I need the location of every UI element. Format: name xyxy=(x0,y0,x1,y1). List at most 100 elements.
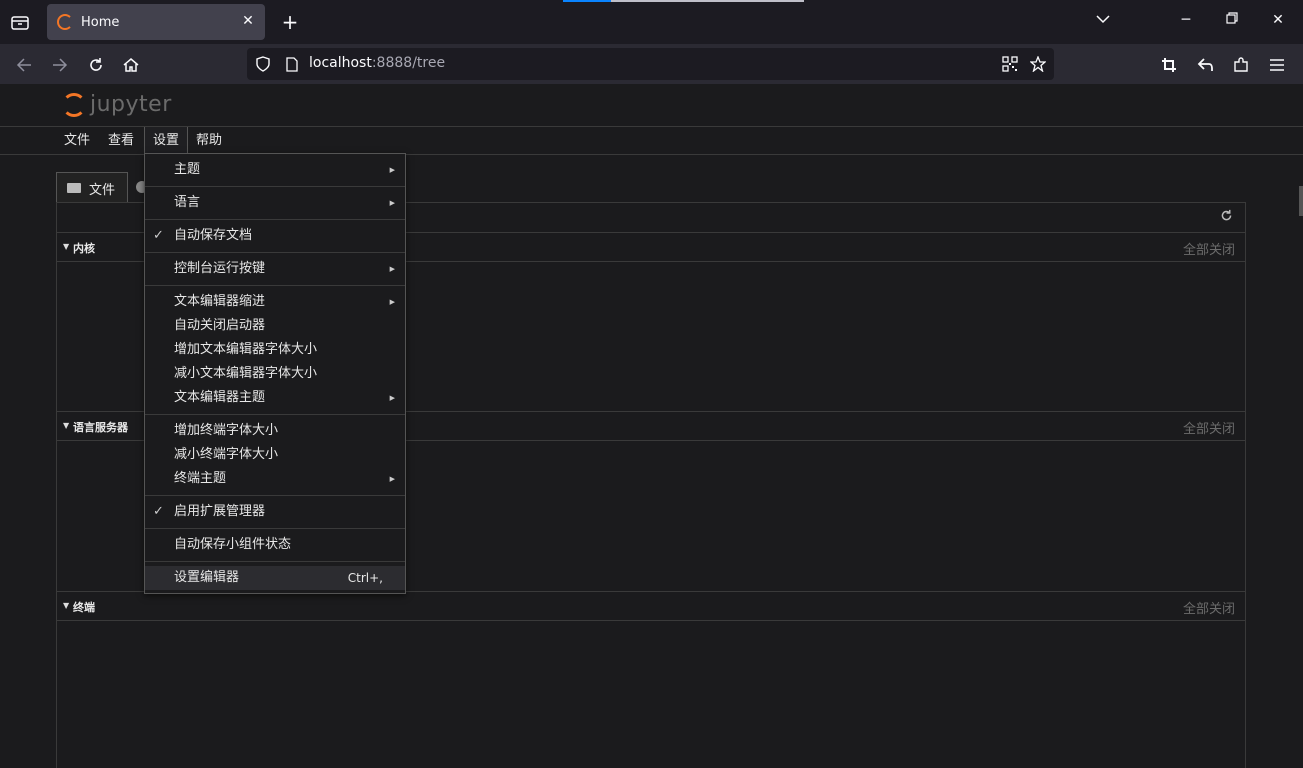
jupyter-favicon-icon xyxy=(57,14,73,30)
menu-item-label: 终端主题 xyxy=(174,471,227,486)
browser-tabstrip: Home ✕ + ─ ✕ xyxy=(0,0,1303,44)
menu-separator xyxy=(145,414,405,415)
home-icon[interactable] xyxy=(120,54,142,76)
tab-title: Home xyxy=(81,14,120,30)
menu-item-terminal-theme[interactable]: 终端主题 ▶ xyxy=(145,467,405,491)
jupyter-logo-text: jupyter xyxy=(90,92,172,117)
menu-item-text-editor-indent[interactable]: 文本编辑器缩进 ▶ xyxy=(145,290,405,314)
submenu-arrow-icon: ▶ xyxy=(389,265,395,273)
url-host: localhost xyxy=(309,55,372,71)
jupyter-logo[interactable]: jupyter xyxy=(62,92,172,117)
menu-item-autosave-widget-state[interactable]: 自动保存小组件状态 xyxy=(145,533,405,557)
menu-file[interactable]: 文件 xyxy=(56,127,98,155)
caret-down-icon: ▼ xyxy=(63,242,70,251)
page-scrollbar[interactable] xyxy=(1299,186,1303,216)
section-terminals[interactable]: ▼ 终端 全部关闭 xyxy=(57,591,1245,621)
caret-down-icon: ▼ xyxy=(63,421,70,430)
menu-item-label: 主题 xyxy=(174,162,201,177)
shield-icon[interactable] xyxy=(255,56,271,72)
crop-icon[interactable] xyxy=(1158,54,1180,76)
url-bar[interactable]: localhost:8888/tree xyxy=(247,48,1054,80)
browser-tab-home[interactable]: Home ✕ xyxy=(47,4,265,40)
jupyter-header: jupyter xyxy=(0,84,1303,127)
hamburger-menu-icon[interactable] xyxy=(1266,54,1288,76)
menu-item-label: 增加终端字体大小 xyxy=(174,423,279,438)
submenu-arrow-icon: ▶ xyxy=(389,475,395,483)
close-window-icon[interactable]: ✕ xyxy=(1268,12,1288,28)
shutdown-all-language-servers-button[interactable]: 全部关闭 xyxy=(1183,418,1235,437)
menu-item-label: 自动保存文档 xyxy=(174,228,253,243)
checkmark-icon: ✓ xyxy=(153,228,164,243)
menu-item-decrease-terminal-font[interactable]: 减小终端字体大小 xyxy=(145,443,405,467)
submenu-arrow-icon: ▶ xyxy=(389,298,395,306)
menu-item-enable-extension-manager[interactable]: ✓ 启用扩展管理器 xyxy=(145,500,405,524)
submenu-arrow-icon: ▶ xyxy=(389,166,395,174)
tab-indicator-secondary xyxy=(611,0,804,2)
shutdown-all-kernels-button[interactable]: 全部关闭 xyxy=(1183,239,1235,258)
url-text[interactable]: localhost:8888/tree xyxy=(309,55,445,71)
menu-item-label: 设置编辑器 xyxy=(174,570,240,585)
menu-item-text-editor-theme[interactable]: 文本编辑器主题 ▶ xyxy=(145,386,405,410)
menu-separator xyxy=(145,252,405,253)
menu-item-label: 文本编辑器缩进 xyxy=(174,294,266,309)
menu-item-label: 自动关闭启动器 xyxy=(174,318,266,333)
menu-view[interactable]: 查看 xyxy=(100,127,142,155)
menu-separator xyxy=(145,219,405,220)
extensions-icon[interactable] xyxy=(1230,54,1252,76)
minimize-icon[interactable]: ─ xyxy=(1176,12,1196,28)
tab-files[interactable]: 文件 xyxy=(56,172,128,203)
section-language-servers-label: 语言服务器 xyxy=(73,421,128,434)
menu-separator xyxy=(145,561,405,562)
menu-separator xyxy=(145,528,405,529)
close-tab-icon[interactable]: ✕ xyxy=(239,13,257,29)
section-terminals-label: 终端 xyxy=(73,601,95,614)
forward-icon[interactable] xyxy=(49,54,71,76)
menu-item-increase-editor-font[interactable]: 增加文本编辑器字体大小 xyxy=(145,338,405,362)
menu-item-label: 减小文本编辑器字体大小 xyxy=(174,366,318,381)
menu-item-increase-terminal-font[interactable]: 增加终端字体大小 xyxy=(145,419,405,443)
page-icon[interactable] xyxy=(284,56,300,72)
shutdown-all-terminals-button[interactable]: 全部关闭 xyxy=(1183,598,1235,617)
menu-item-label: 语言 xyxy=(174,195,201,210)
checkmark-icon: ✓ xyxy=(153,504,164,519)
restore-icon[interactable] xyxy=(1222,12,1242,28)
menu-item-settings-editor[interactable]: 设置编辑器 Ctrl+, xyxy=(145,566,405,590)
menu-item-language[interactable]: 语言 ▶ xyxy=(145,191,405,215)
new-tab-icon[interactable]: + xyxy=(280,10,300,34)
section-kernels-label: 内核 xyxy=(73,242,95,255)
refresh-icon[interactable] xyxy=(1220,209,1233,226)
settings-menu: 主题 ▶ 语言 ▶ ✓ 自动保存文档 控制台运行按键 ▶ 文本编辑器缩进 ▶ 自动关闭启动… xyxy=(144,153,406,594)
menu-help[interactable]: 帮助 xyxy=(188,127,230,155)
menu-item-label: 自动保存小组件状态 xyxy=(174,537,292,552)
menu-separator xyxy=(145,285,405,286)
menu-separator xyxy=(145,186,405,187)
menu-separator xyxy=(145,495,405,496)
back-icon[interactable] xyxy=(13,54,35,76)
tab-list-icon[interactable] xyxy=(8,10,32,34)
menu-item-shortcut: Ctrl+, xyxy=(347,571,383,585)
list-all-tabs-icon[interactable] xyxy=(1093,12,1113,28)
menu-item-label: 增加文本编辑器字体大小 xyxy=(174,342,318,357)
menu-item-autosave-documents[interactable]: ✓ 自动保存文档 xyxy=(145,224,405,248)
tab-files-label: 文件 xyxy=(89,182,116,198)
tab-indicator xyxy=(563,0,611,2)
browser-navbar: localhost:8888/tree xyxy=(0,44,1303,84)
menu-item-console-run-keys[interactable]: 控制台运行按键 ▶ xyxy=(145,257,405,281)
menu-item-label: 文本编辑器主题 xyxy=(174,390,266,405)
submenu-arrow-icon: ▶ xyxy=(389,199,395,207)
menu-item-label: 启用扩展管理器 xyxy=(174,504,266,519)
undo-icon[interactable] xyxy=(1194,54,1216,76)
menu-settings[interactable]: 设置 xyxy=(144,127,189,155)
url-path: :8888/tree xyxy=(371,55,446,71)
menu-item-auto-close-launcher[interactable]: 自动关闭启动器 xyxy=(145,314,405,338)
menu-item-label: 减小终端字体大小 xyxy=(174,447,279,462)
qr-code-icon[interactable] xyxy=(1002,56,1018,72)
menubar: 文件 查看 设置 帮助 xyxy=(0,127,1303,155)
folder-icon xyxy=(67,183,81,193)
bookmark-star-icon[interactable] xyxy=(1030,56,1046,72)
menu-item-theme[interactable]: 主题 ▶ xyxy=(145,158,405,182)
jupyter-logo-icon xyxy=(62,92,86,117)
reload-icon[interactable] xyxy=(85,54,107,76)
menu-item-decrease-editor-font[interactable]: 减小文本编辑器字体大小 xyxy=(145,362,405,386)
submenu-arrow-icon: ▶ xyxy=(389,394,395,402)
